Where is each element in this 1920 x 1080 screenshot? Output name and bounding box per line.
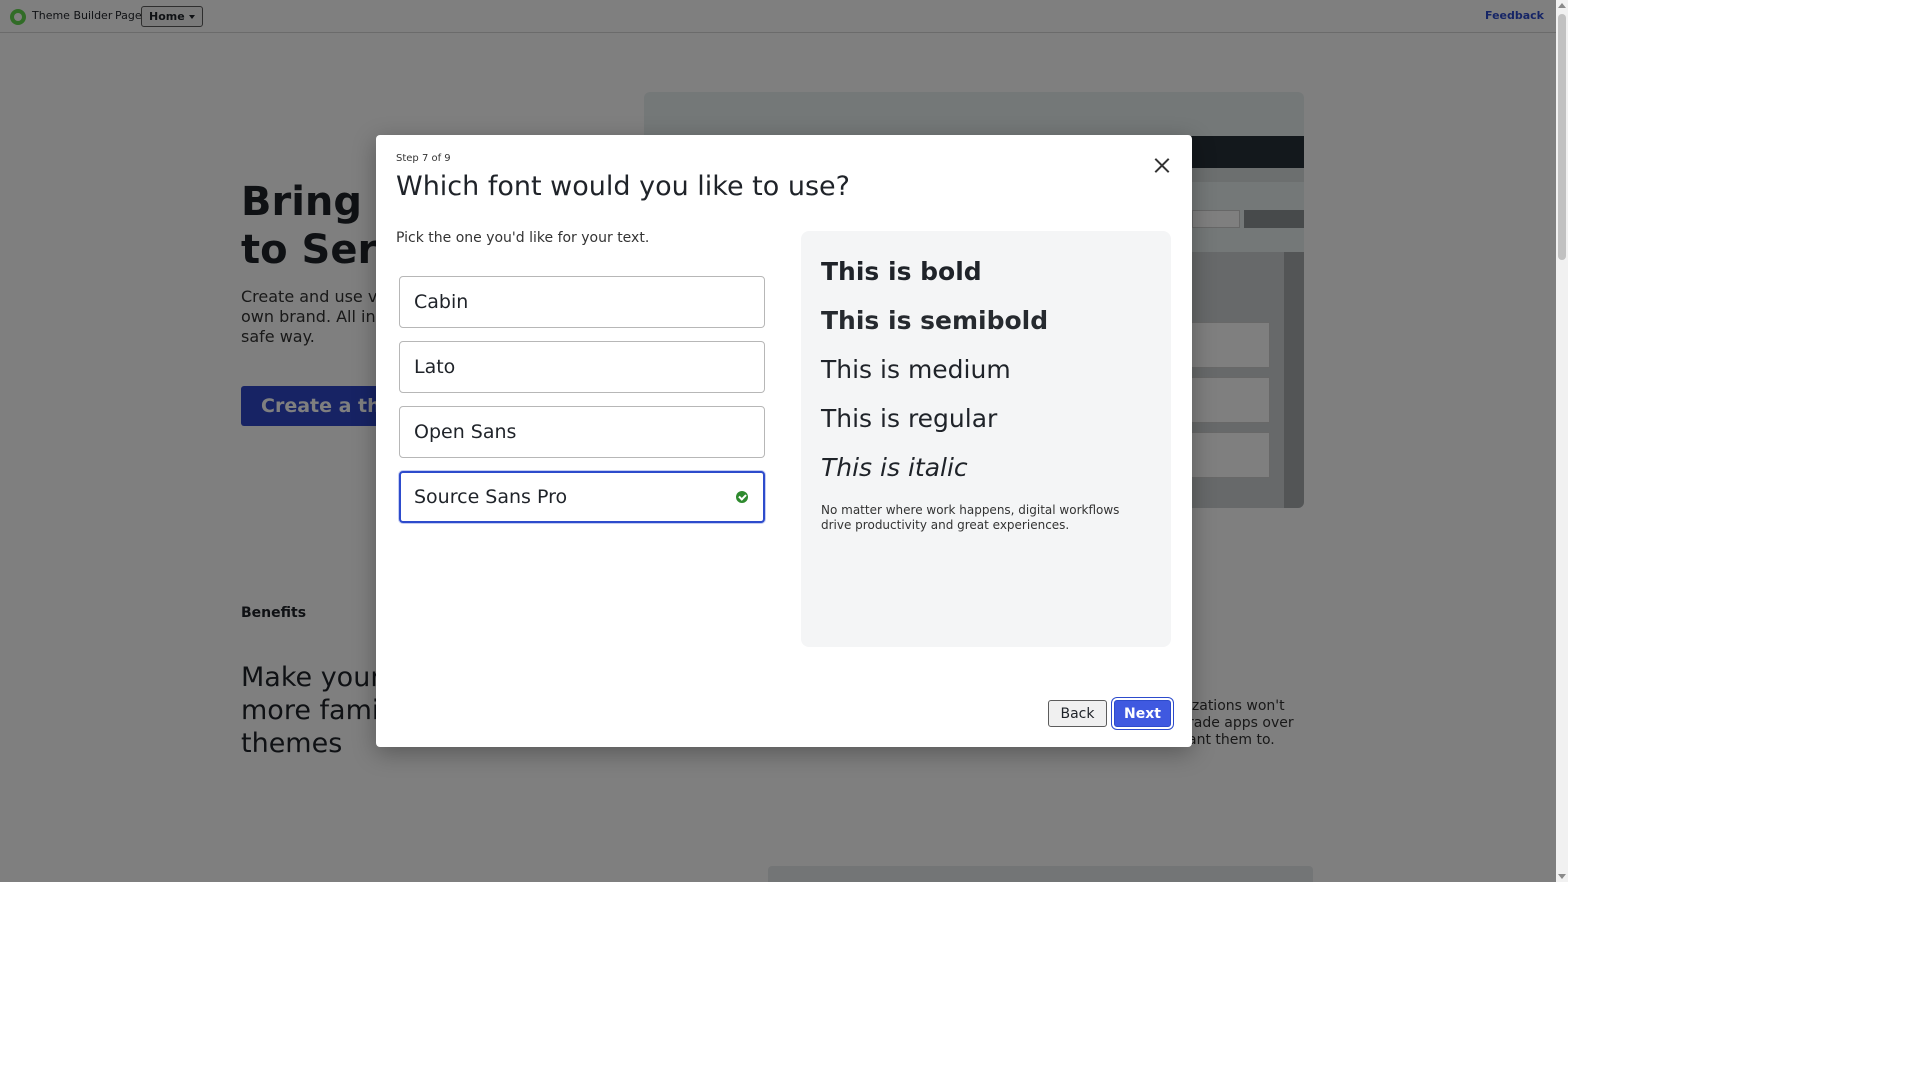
modal-title: Which font would you like to use? bbox=[396, 171, 850, 202]
preview-italic: This is italic bbox=[821, 453, 968, 482]
preview-regular: This is regular bbox=[821, 404, 998, 433]
step-indicator: Step 7 of 9 bbox=[396, 153, 451, 164]
next-button[interactable]: Next bbox=[1114, 700, 1171, 727]
font-option-open-sans[interactable]: Open Sans bbox=[399, 406, 765, 458]
font-option-cabin[interactable]: Cabin bbox=[399, 276, 765, 328]
check-circle-icon bbox=[736, 491, 748, 503]
font-option-source-sans-pro[interactable]: Source Sans Pro bbox=[399, 471, 765, 523]
preview-body-text: No matter where work happens, digital wo… bbox=[821, 503, 1120, 532]
back-button[interactable]: Back bbox=[1048, 700, 1107, 727]
font-option-lato[interactable]: Lato bbox=[399, 341, 765, 393]
font-option-label: Open Sans bbox=[414, 421, 517, 443]
scroll-up-arrow-icon[interactable] bbox=[1558, 3, 1566, 8]
modal-subtitle: Pick the one you'd like for your text. bbox=[396, 230, 650, 246]
font-option-label: Lato bbox=[414, 356, 456, 378]
preview-medium: This is medium bbox=[821, 355, 1011, 384]
scroll-down-arrow-icon[interactable] bbox=[1558, 874, 1566, 879]
font-option-label: Cabin bbox=[414, 291, 469, 313]
close-icon[interactable] bbox=[1152, 155, 1172, 175]
scrollbar-thumb[interactable] bbox=[1558, 14, 1566, 260]
font-preview-panel: This is bold This is semibold This is me… bbox=[801, 231, 1171, 647]
font-option-list: Cabin Lato Open Sans Source Sans Pro bbox=[399, 276, 765, 536]
preview-bold: This is bold bbox=[821, 257, 982, 286]
font-option-label: Source Sans Pro bbox=[414, 486, 568, 508]
preview-semibold: This is semibold bbox=[821, 306, 1049, 335]
page-scrollbar[interactable] bbox=[1556, 0, 1568, 882]
font-picker-modal: Step 7 of 9 Which font would you like to… bbox=[376, 135, 1192, 747]
